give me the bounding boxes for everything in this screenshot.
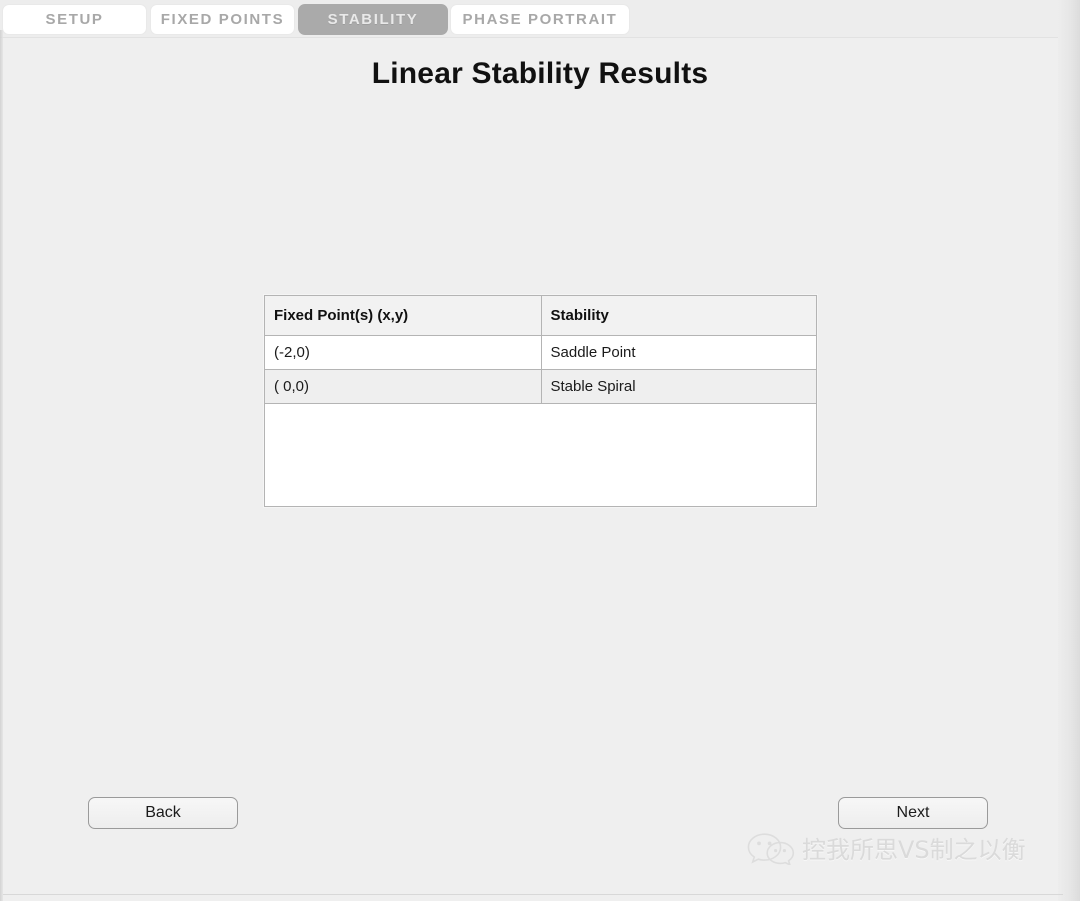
watermark-text: 控我所思VS制之以衡 — [802, 836, 1026, 864]
window-bottom-edge — [3, 894, 1063, 895]
tab-stability[interactable]: STABILITY — [298, 4, 448, 35]
tab-stability-label: STABILITY — [327, 11, 419, 28]
window-left-edge — [0, 30, 3, 901]
next-button-label: Next — [896, 804, 930, 821]
tab-bar: SETUP FIXED POINTS STABILITY PHASE PORTR… — [0, 0, 1080, 38]
back-button-label: Back — [145, 804, 181, 821]
table-row[interactable]: ( 0,0) Stable Spiral — [265, 369, 816, 404]
wechat-icon — [747, 832, 795, 865]
application-window: SETUP FIXED POINTS STABILITY PHASE PORTR… — [0, 0, 1080, 901]
window-right-edge — [1058, 0, 1080, 901]
tab-phase-portrait-label: PHASE PORTRAIT — [462, 11, 618, 28]
column-header-stability: Stability — [541, 296, 816, 336]
cell-stability: Saddle Point — [541, 335, 816, 370]
tab-fixed-points[interactable]: FIXED POINTS — [150, 4, 295, 35]
cell-fixed-point: (-2,0) — [265, 335, 542, 370]
back-button[interactable]: Back — [88, 797, 238, 829]
tab-phase-portrait[interactable]: PHASE PORTRAIT — [450, 4, 630, 35]
watermark: 控我所思VS制之以衡 — [744, 830, 1026, 865]
tab-setup[interactable]: SETUP — [2, 4, 147, 35]
tab-setup-label: SETUP — [45, 11, 104, 28]
table-row[interactable]: (-2,0) Saddle Point — [265, 335, 816, 370]
cell-fixed-point: ( 0,0) — [265, 369, 542, 404]
table-empty-area — [265, 405, 816, 506]
stability-results-panel: Fixed Point(s) (x,y) Stability (-2,0) Sa… — [264, 295, 817, 507]
page-title: Linear Stability Results — [371, 57, 709, 90]
next-button[interactable]: Next — [838, 797, 988, 829]
stability-results-table: Fixed Point(s) (x,y) Stability (-2,0) Sa… — [265, 296, 816, 404]
cell-stability: Stable Spiral — [541, 369, 816, 404]
column-header-fixed-points: Fixed Point(s) (x,y) — [265, 296, 542, 336]
table-header-row: Fixed Point(s) (x,y) Stability — [265, 296, 816, 336]
tab-fixed-points-label: FIXED POINTS — [160, 11, 285, 28]
